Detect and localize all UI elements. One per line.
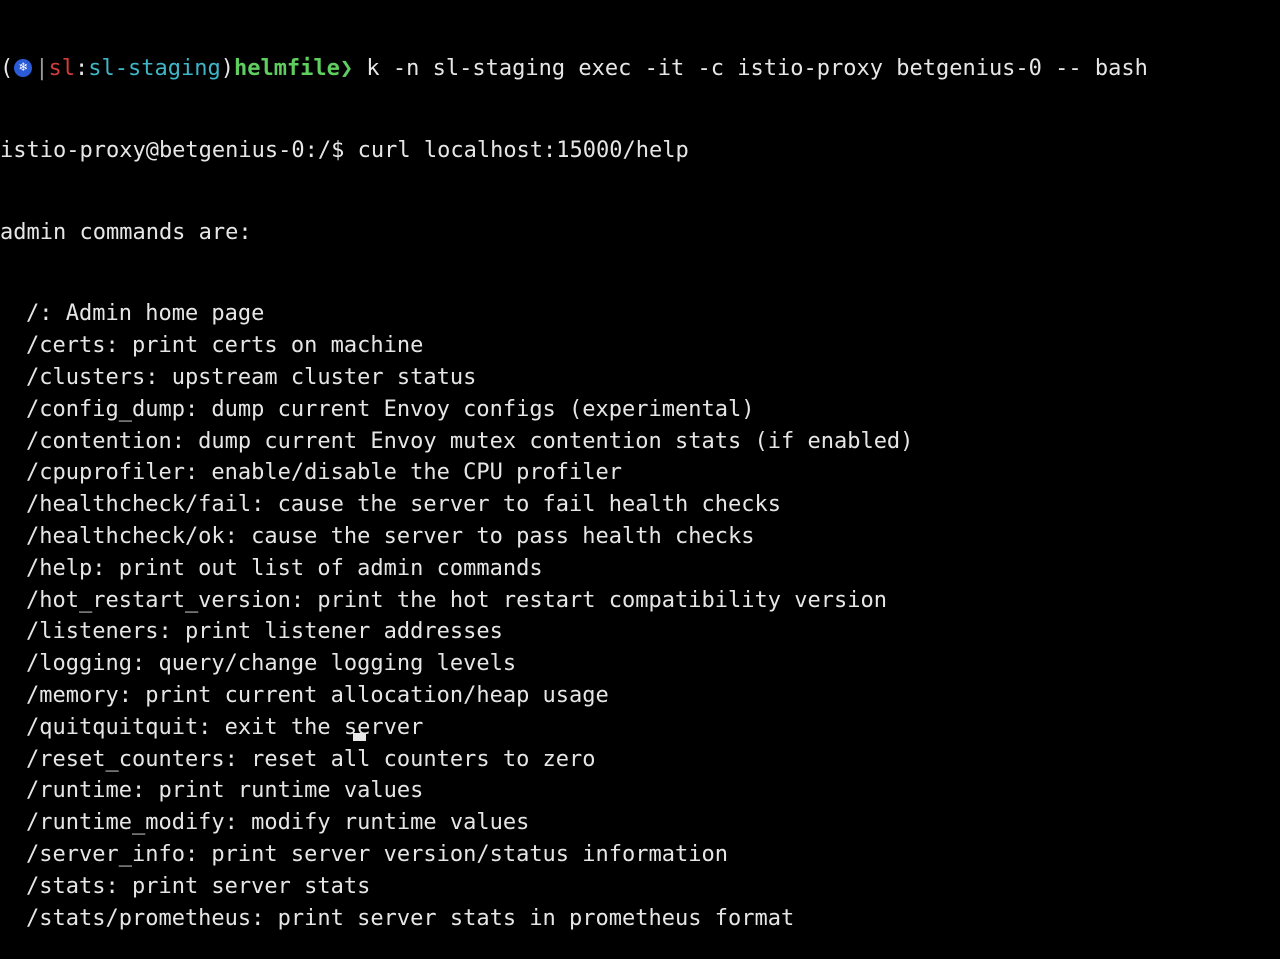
prompt-colon: :: [75, 56, 89, 81]
terminal-window[interactable]: (❄ |sl:sl-staging)helmfile❯ k -n sl-stagi…: [0, 3, 1280, 931]
admin-command-line: /logging: query/change logging levels: [26, 651, 517, 677]
prompt-close-paren: ): [220, 56, 234, 81]
admin-command-line: /healthcheck/fail: cause the server to f…: [26, 492, 781, 518]
admin-command-line: /runtime: print runtime values: [26, 778, 424, 804]
admin-command-line: /cpuprofiler: enable/disable the CPU pro…: [26, 460, 623, 486]
terminal-cursor[interactable]: [353, 733, 366, 741]
admin-command-line: /listeners: print listener addresses: [26, 619, 503, 645]
admin-command-line: /stats: print server stats: [26, 873, 371, 899]
kube-context: sl: [48, 56, 76, 81]
output-header: admin commands are:: [0, 219, 252, 245]
admin-command-line: /contention: dump current Envoy mutex co…: [26, 428, 914, 454]
admin-command-line: /server_info: print server version/statu…: [26, 841, 728, 867]
admin-command-line: /certs: print certs on machine: [26, 333, 424, 359]
admin-command-list: /: Admin home page/certs: print certs on…: [0, 298, 1280, 934]
admin-command-line: /help: print out list of admin commands: [26, 555, 543, 581]
admin-command-line: /reset_counters: reset all counters to z…: [26, 746, 596, 772]
kubernetes-helm-icon: ❄: [14, 58, 33, 77]
prompt-arrow-icon: ❯: [339, 56, 354, 81]
admin-command-line: /clusters: upstream cluster status: [26, 364, 477, 390]
shell-prompt-line: (❄ |sl:sl-staging)helmfile❯ k -n sl-stagi…: [0, 53, 1280, 85]
kube-namespace: sl-staging: [88, 56, 221, 81]
admin-command-line: /stats/prometheus: print server stats in…: [26, 905, 795, 931]
admin-command-line: /quitquitquit: exit the server: [26, 714, 424, 740]
container-prompt-line: istio-proxy@betgenius-0:/$ curl localhos…: [0, 137, 689, 163]
admin-command-line: /healthcheck/ok: cause the server to pas…: [26, 523, 755, 549]
prompt-separator: |: [35, 56, 49, 81]
admin-command-line: /config_dump: dump current Envoy configs…: [26, 396, 755, 422]
admin-command-line: /runtime_modify: modify runtime values: [26, 810, 530, 836]
prompt-open-paren: (: [0, 56, 14, 81]
admin-command-line: /hot_restart_version: print the hot rest…: [26, 587, 887, 613]
current-directory: helmfile: [233, 56, 340, 81]
admin-command-line: /: Admin home page: [26, 301, 265, 327]
shell-command: k -n sl-staging exec -it -c istio-proxy …: [353, 56, 1148, 81]
admin-command-line: /memory: print current allocation/heap u…: [26, 682, 609, 708]
